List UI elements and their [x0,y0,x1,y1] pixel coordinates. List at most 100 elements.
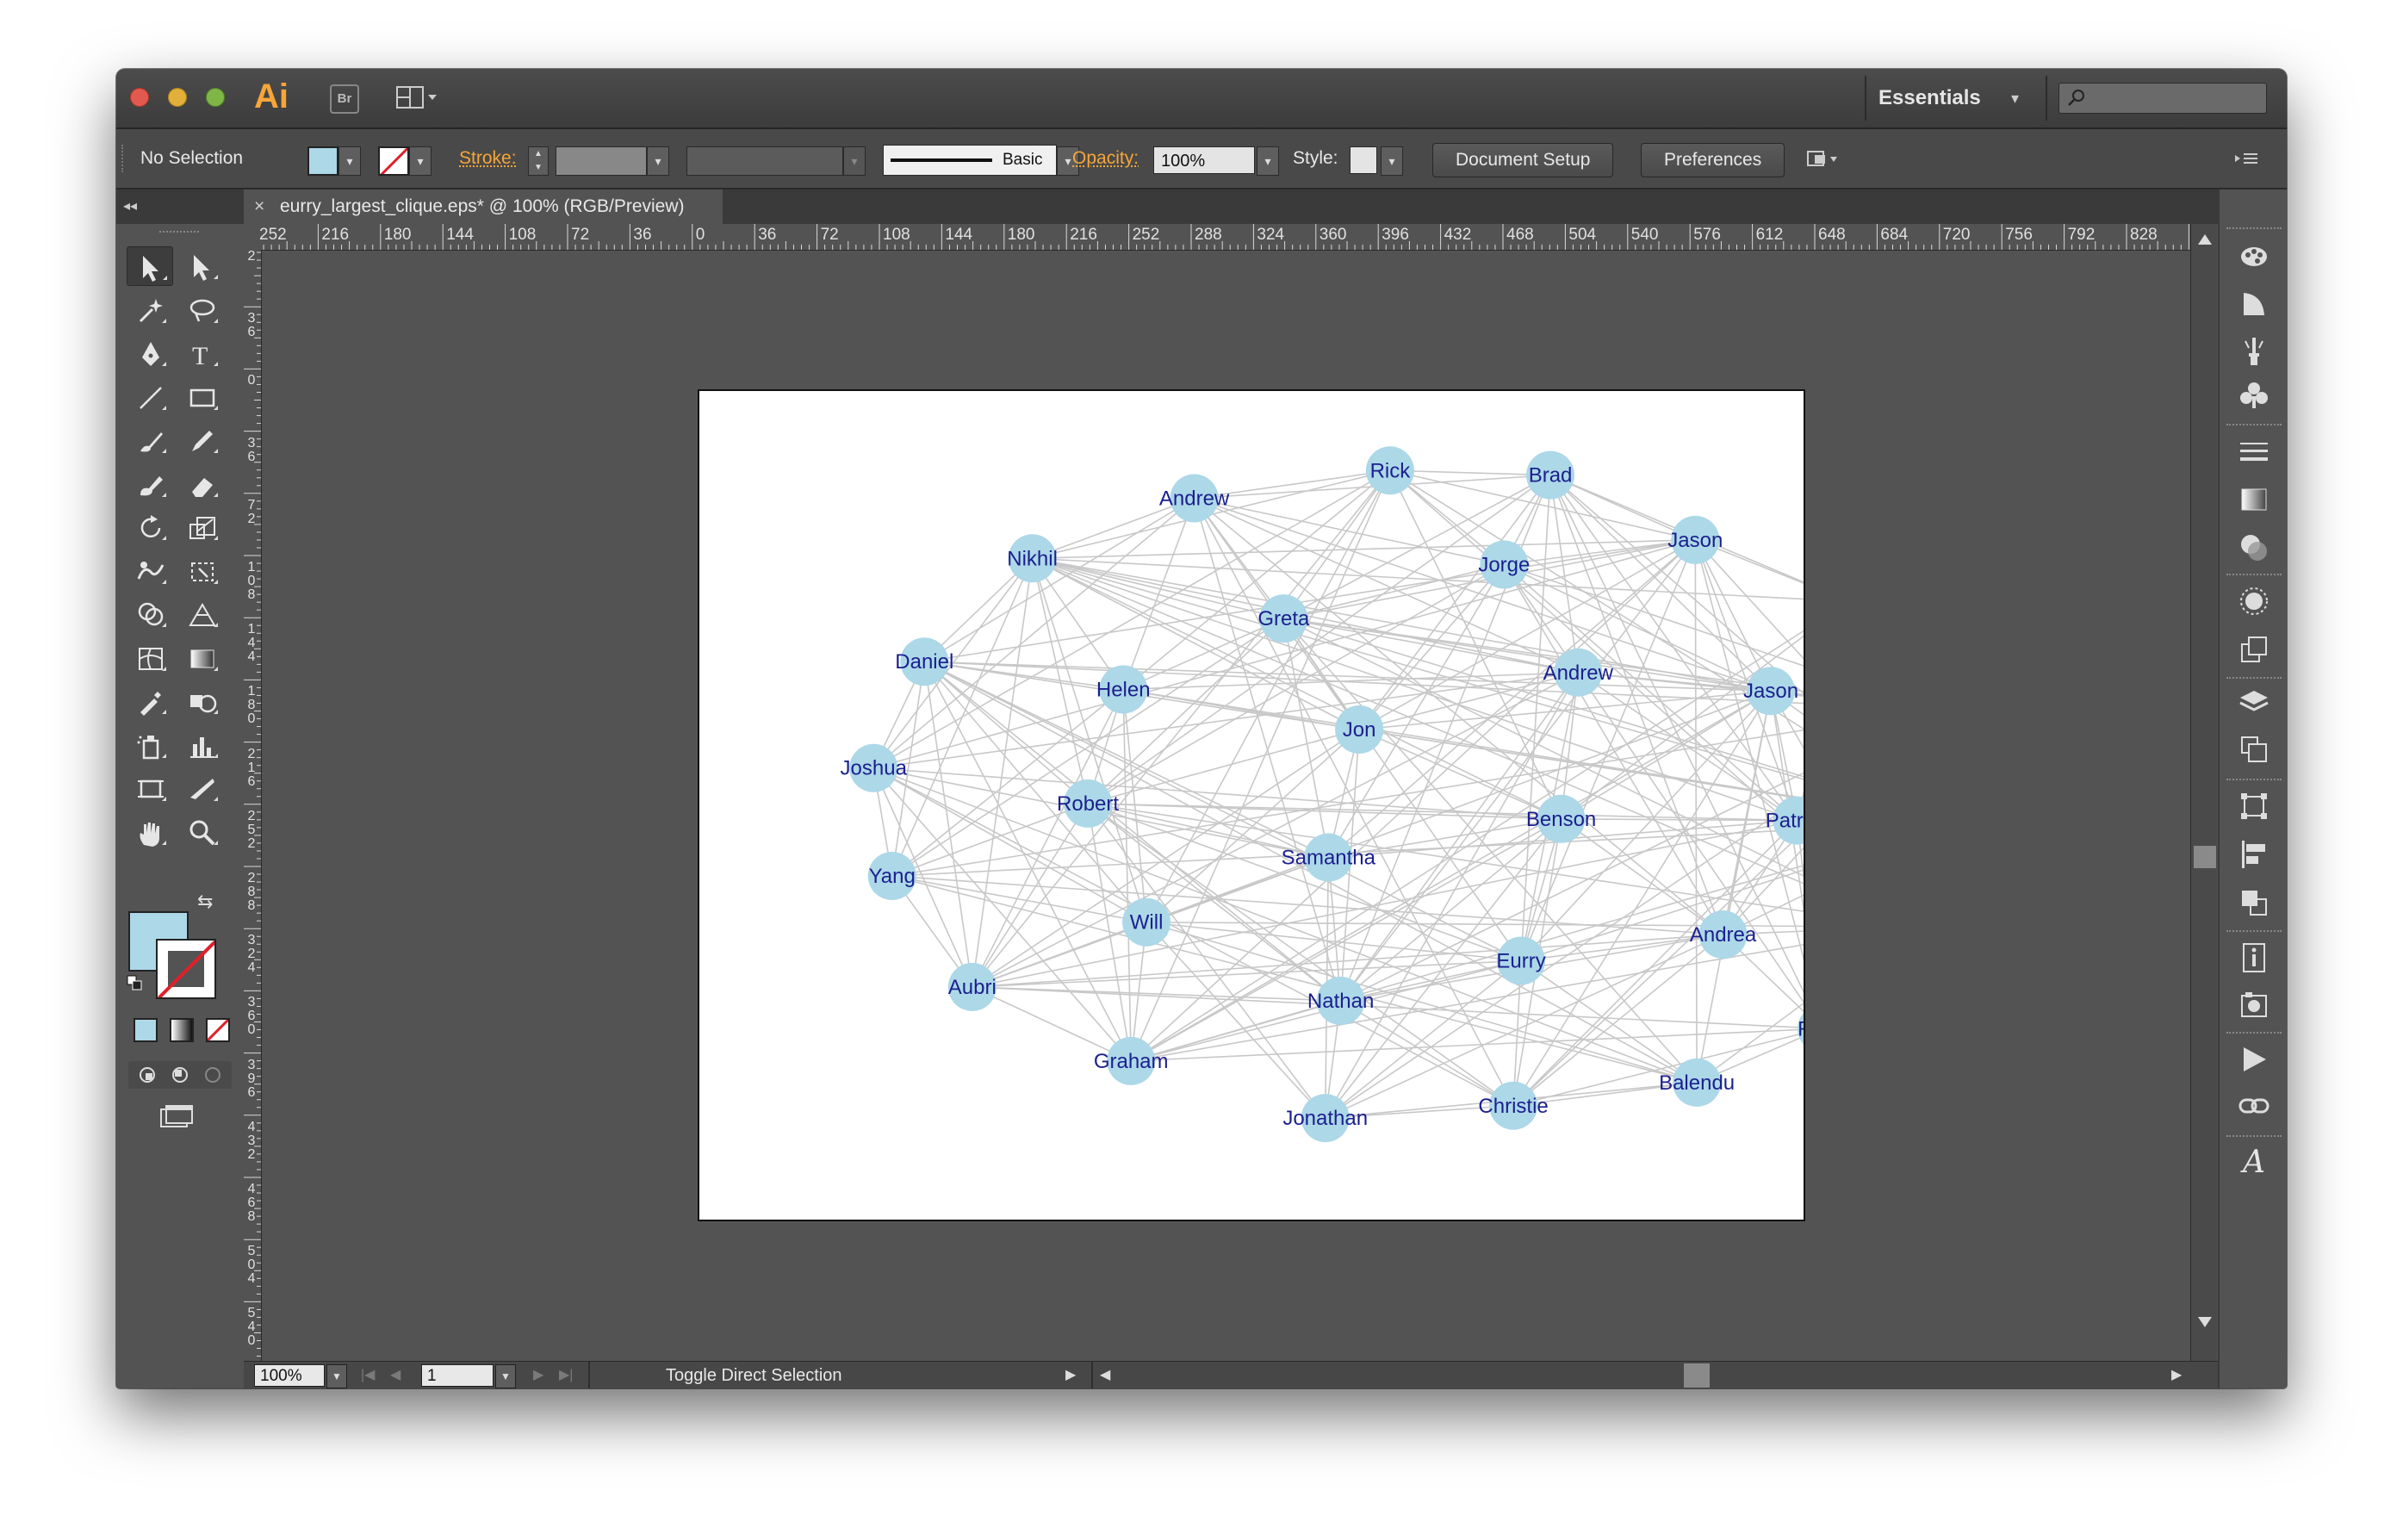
swap-fill-stroke-icon[interactable]: ⇆ [197,891,213,913]
graph-node[interactable]: Jon [1335,705,1384,754]
vertical-ruler[interactable]: 2 3 6 0 3 6 7 2 1 0 8 1 4 4 1 8 0 2 1 6 2 5 2 2 8 … [244,250,262,1361]
blob-brush-tool[interactable] [127,464,171,502]
close-window-button[interactable] [130,88,149,107]
graphic-style-swatch[interactable] [1350,146,1377,174]
dock-grip[interactable] [2226,227,2282,232]
panel-grip[interactable] [121,145,126,172]
first-artboard-icon[interactable]: |◀ [361,1362,375,1388]
brushes-icon[interactable] [2237,334,2271,369]
next-artboard-icon[interactable]: ▶ [533,1362,543,1388]
opacity-label[interactable]: Opacity: [1072,129,1139,188]
network-graph[interactable]: RickBradAndrewJasonNikhilJorgeRuthGretaD… [699,391,1804,1220]
status-menu-icon[interactable]: ▶ [1065,1362,1076,1388]
transform-icon[interactable] [2237,789,2271,823]
graph-node[interactable]: Nathan [1307,977,1374,1026]
stroke-color-box[interactable] [156,939,216,999]
panel-grip[interactable] [159,231,199,235]
opacity-dropdown[interactable]: ▾ [1257,146,1279,176]
graph-node[interactable]: Rick [1365,446,1414,495]
workspace-caret-icon[interactable]: ▾ [2011,81,2019,115]
zoom-tool[interactable] [178,812,223,850]
stroke-label[interactable]: Stroke: [459,129,517,188]
warp-tool[interactable] [127,551,171,589]
color-guide-icon[interactable] [2237,238,2271,272]
magic-wand-tool[interactable] [127,290,171,328]
color-icon[interactable] [2237,286,2271,320]
scale-tool[interactable] [178,507,223,545]
graph-node[interactable]: Rads [1798,1004,1804,1053]
change-screen-mode-button[interactable] [158,1102,196,1133]
scroll-left-arrow[interactable]: ◀ [1100,1362,1110,1388]
canvas[interactable]: RickBradAndrewJasonNikhilJorgeRuthGretaD… [262,251,2189,1362]
control-panel-menu-button[interactable] [2233,148,2259,169]
fill-dropdown[interactable]: ▾ [338,146,361,176]
graph-node[interactable]: Andrew [1159,474,1230,523]
arrange-documents-button[interactable] [395,84,440,110]
layers-icon[interactable] [2237,686,2271,720]
minimize-window-button[interactable] [168,88,187,107]
previous-artboard-icon[interactable]: ◀ [390,1362,400,1388]
fill-swatch[interactable] [307,146,338,176]
graphic-styles-icon[interactable] [2237,632,2271,667]
none-mode-button[interactable] [206,1018,230,1042]
rotate-tool[interactable] [127,507,171,545]
eyedropper-tool[interactable] [127,681,171,719]
rectangle-tool[interactable] [178,377,223,415]
collapse-tools-icon[interactable]: ◂◂ [123,189,137,224]
perspective-grid-tool[interactable] [178,594,223,632]
zoom-field[interactable]: 100% [254,1364,325,1387]
vertical-scroll-thumb[interactable] [2194,846,2216,868]
default-fill-stroke-icon[interactable] [127,975,142,990]
bridge-button[interactable]: Br [330,84,359,114]
graph-node[interactable]: Yang [867,852,916,901]
paintbrush-tool[interactable] [127,420,171,458]
horizontal-ruler[interactable]: 252 216 180 144 108 72 36 0 36 72 108 144 180 216 252 2… [259,224,2190,251]
last-artboard-icon[interactable]: ▶| [559,1362,573,1388]
stroke-weight-dropdown[interactable]: ▾ [647,146,669,176]
graph-node[interactable]: Brad [1526,450,1575,500]
column-graph-tool[interactable] [178,725,223,763]
scroll-right-arrow[interactable]: ▶ [2171,1362,2182,1388]
graph-node[interactable]: Jonathan [1282,1094,1368,1143]
slice-tool[interactable] [178,768,223,806]
mesh-tool[interactable] [127,638,171,676]
transparency-icon[interactable] [2237,531,2271,565]
document-tab[interactable]: × eurry_largest_clique.eps* @ 100% (RGB/… [244,189,723,224]
draw-modes-icon[interactable] [128,1061,232,1089]
zoom-window-button[interactable] [206,88,225,107]
gradient-tool[interactable] [178,638,223,676]
symbol-sprayer-tool[interactable] [127,725,171,763]
eraser-tool[interactable] [178,464,223,502]
align-icon[interactable] [2237,837,2271,872]
appearance-icon[interactable] [2237,584,2271,618]
variable-width-dropdown[interactable]: ▾ [843,146,866,176]
pencil-tool[interactable] [178,420,223,458]
hand-tool[interactable] [127,812,171,850]
pathfinder-icon[interactable] [2237,885,2271,920]
brush-definition[interactable]: Basic [883,145,1057,176]
graph-node[interactable]: Aubri [948,962,997,1011]
stroke-swatch[interactable] [378,146,409,176]
document-info-icon[interactable] [2237,941,2271,975]
graphic-style-dropdown[interactable]: ▾ [1381,146,1403,176]
scroll-up-arrow[interactable] [2198,234,2212,245]
vertical-scrollbar[interactable] [2190,224,2217,1362]
graph-node[interactable]: Jason [1743,667,1798,716]
links-image-icon[interactable] [2237,987,2271,1021]
horizontal-scroll-thumb[interactable] [1684,1363,1710,1388]
artboard-tool[interactable] [127,768,171,806]
search-input[interactable] [2058,83,2267,114]
type-tool[interactable]: T [178,333,223,371]
blend-tool[interactable] [178,681,223,719]
artboard-number-field[interactable]: 1 [421,1364,494,1387]
links-icon[interactable] [2237,1089,2271,1123]
symbols-icon[interactable] [2237,379,2271,413]
zoom-dropdown[interactable]: ▼ [326,1364,347,1388]
lasso-tool[interactable] [178,290,223,328]
artboard-dropdown[interactable]: ▼ [495,1364,516,1388]
stroke-color-dropdown[interactable]: ▾ [409,146,432,176]
scroll-down-arrow[interactable] [2198,1317,2212,1327]
color-mode-button[interactable] [134,1018,158,1042]
isolate-selected-button[interactable] [1804,146,1839,172]
stroke-weight-field[interactable] [556,146,647,176]
